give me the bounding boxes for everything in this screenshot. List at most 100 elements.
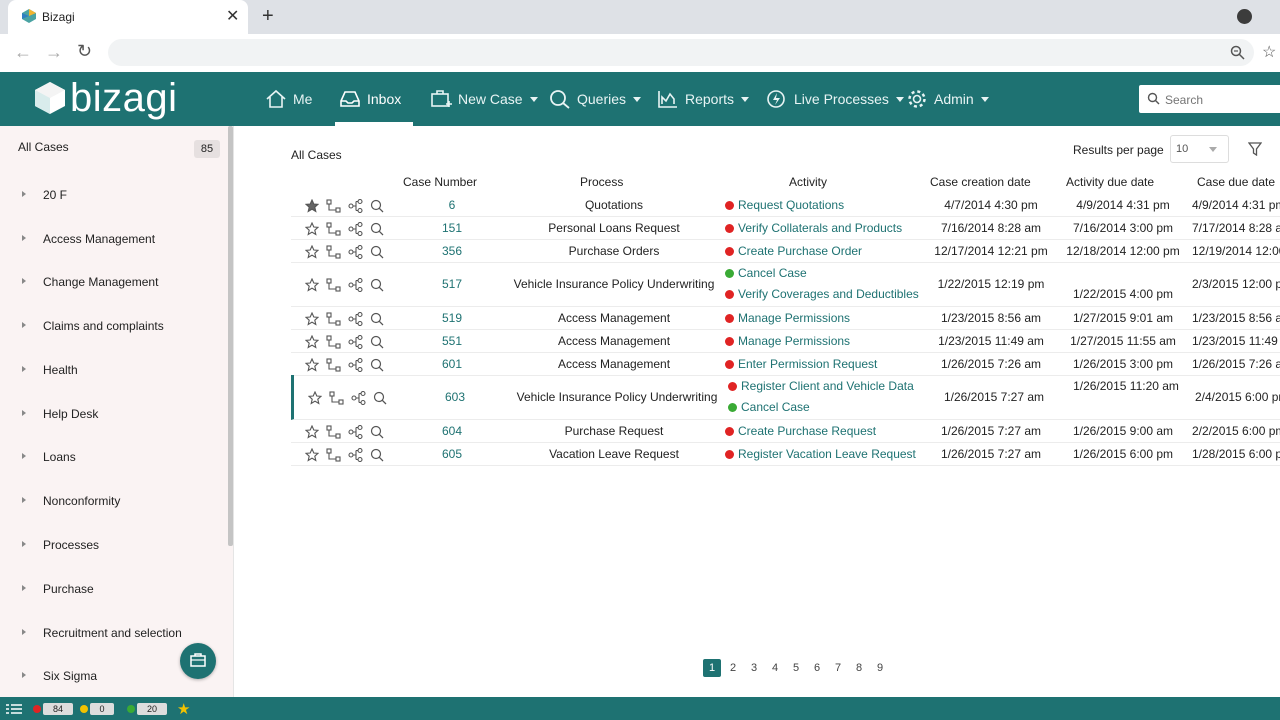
sidebar-item[interactable]: Change Management bbox=[0, 273, 226, 293]
table-row[interactable]: 6 Quotations Request Quotations 4/7/2014 4:… bbox=[291, 193, 1280, 217]
table-row[interactable]: 551 Access Management Manage Permissions 1/… bbox=[291, 329, 1280, 353]
activity-link[interactable]: Verify Collaterals and Products bbox=[725, 221, 902, 235]
process-map-icon[interactable] bbox=[348, 198, 363, 213]
table-row[interactable]: 151 Personal Loans Request Verify Collater… bbox=[291, 216, 1280, 240]
star-icon[interactable] bbox=[304, 277, 320, 292]
table-row[interactable]: 517 Vehicle Insurance Policy Underwriting… bbox=[291, 262, 1280, 307]
sidebar-item[interactable]: Claims and complaints bbox=[0, 317, 226, 337]
column-header-case-creation-date[interactable]: Case creation date bbox=[930, 175, 1031, 189]
workflow-icon[interactable] bbox=[326, 278, 341, 292]
bizagi-logo[interactable]: bizagi bbox=[34, 74, 178, 122]
case-number-link[interactable]: 517 bbox=[417, 277, 487, 291]
process-map-icon[interactable] bbox=[348, 311, 363, 326]
sidebar-item[interactable]: Purchase bbox=[0, 580, 226, 600]
activity-link[interactable]: Manage Permissions bbox=[725, 311, 850, 325]
star-icon[interactable] bbox=[304, 357, 320, 372]
sidebar-item[interactable]: Access Management bbox=[0, 230, 226, 250]
new-tab-button[interactable]: + bbox=[262, 5, 274, 28]
workflow-icon[interactable] bbox=[326, 335, 341, 349]
table-row[interactable]: 605 Vacation Leave Request Register Vacati… bbox=[291, 442, 1280, 466]
process-map-icon[interactable] bbox=[348, 221, 363, 236]
sidebar-item[interactable]: Loans bbox=[0, 448, 226, 468]
menu-live-processes[interactable]: Live Processes bbox=[766, 72, 904, 126]
activity-link[interactable]: Verify Coverages and Deductibles bbox=[725, 287, 919, 301]
activity-link[interactable]: Register Client and Vehicle Data bbox=[728, 379, 914, 393]
workflow-icon[interactable] bbox=[326, 245, 341, 259]
column-header-activity-due-date[interactable]: Activity due date bbox=[1066, 175, 1154, 189]
menu-inbox[interactable]: Inbox bbox=[339, 72, 401, 126]
menu-list-icon[interactable] bbox=[6, 703, 22, 715]
page-6-button[interactable]: 6 bbox=[808, 659, 826, 677]
star-icon[interactable] bbox=[304, 447, 320, 462]
sidebar-item[interactable]: Recruitment and selection bbox=[0, 624, 226, 644]
address-bar[interactable] bbox=[108, 39, 1254, 66]
page-3-button[interactable]: 3 bbox=[745, 659, 763, 677]
column-header-process[interactable]: Process bbox=[580, 175, 623, 189]
zoom-icon[interactable] bbox=[1230, 45, 1245, 60]
table-row[interactable]: 356 Purchase Orders Create Purchase Order 1… bbox=[291, 239, 1280, 263]
case-number-link[interactable]: 6 bbox=[417, 198, 487, 212]
star-icon[interactable] bbox=[304, 311, 320, 326]
column-header-activity[interactable]: Activity bbox=[789, 175, 827, 189]
global-search[interactable] bbox=[1139, 85, 1280, 113]
column-header-case-number[interactable]: Case Number bbox=[403, 175, 477, 189]
back-arrow-icon[interactable]: ← bbox=[14, 42, 32, 63]
browser-tab[interactable]: Bizagi ✕ bbox=[8, 0, 248, 34]
workflow-icon[interactable] bbox=[329, 391, 344, 405]
menu-me[interactable]: Me bbox=[265, 72, 312, 126]
process-map-icon[interactable] bbox=[348, 334, 363, 349]
forward-arrow-icon[interactable]: → bbox=[45, 42, 63, 63]
table-row[interactable]: 604 Purchase Request Create Purchase Reque… bbox=[291, 419, 1280, 443]
workflow-icon[interactable] bbox=[326, 222, 341, 236]
column-header-case-due-date[interactable]: Case due date bbox=[1197, 175, 1275, 189]
page-1-button[interactable]: 1 bbox=[703, 659, 721, 677]
activity-link[interactable]: Create Purchase Request bbox=[725, 424, 876, 438]
workflow-icon[interactable] bbox=[326, 199, 341, 213]
star-icon[interactable] bbox=[304, 244, 320, 259]
case-number-link[interactable]: 151 bbox=[417, 221, 487, 235]
view-case-search-icon[interactable] bbox=[373, 391, 387, 405]
menu-reports[interactable]: Reports bbox=[657, 72, 750, 126]
menu-new-case[interactable]: New Case bbox=[430, 72, 538, 126]
process-map-icon[interactable] bbox=[348, 447, 363, 462]
page-9-button[interactable]: 9 bbox=[871, 659, 889, 677]
filter-icon[interactable] bbox=[1248, 142, 1262, 156]
workflow-icon[interactable] bbox=[326, 312, 341, 326]
new-case-fab-button[interactable] bbox=[180, 643, 216, 679]
view-case-search-icon[interactable] bbox=[370, 448, 384, 462]
case-number-link[interactable]: 519 bbox=[417, 311, 487, 325]
table-row[interactable]: 603 Vehicle Insurance Policy Underwriting… bbox=[291, 375, 1280, 420]
case-number-link[interactable]: 601 bbox=[417, 357, 487, 371]
star-icon[interactable] bbox=[304, 424, 320, 439]
table-row[interactable]: 601 Access Management Enter Permission Req… bbox=[291, 352, 1280, 376]
process-map-icon[interactable] bbox=[348, 357, 363, 372]
results-per-page-select[interactable]: 10 bbox=[1170, 135, 1229, 163]
page-4-button[interactable]: 4 bbox=[766, 659, 784, 677]
reload-icon[interactable]: ↻ bbox=[77, 41, 92, 62]
star-icon[interactable] bbox=[304, 334, 320, 349]
view-case-search-icon[interactable] bbox=[370, 335, 384, 349]
view-case-search-icon[interactable] bbox=[370, 278, 384, 292]
on-time-count[interactable]: 20 bbox=[137, 703, 167, 715]
activity-link[interactable]: Cancel Case bbox=[728, 400, 810, 414]
view-case-search-icon[interactable] bbox=[370, 222, 384, 236]
activity-link[interactable]: Create Purchase Order bbox=[725, 244, 862, 258]
due-soon-count[interactable]: 0 bbox=[90, 703, 114, 715]
view-case-search-icon[interactable] bbox=[370, 425, 384, 439]
page-8-button[interactable]: 8 bbox=[850, 659, 868, 677]
bookmark-star-icon[interactable]: ☆ bbox=[1262, 42, 1276, 62]
menu-admin[interactable]: Admin bbox=[906, 72, 989, 126]
workflow-icon[interactable] bbox=[326, 448, 341, 462]
sidebar-item[interactable]: Help Desk bbox=[0, 405, 226, 425]
case-number-link[interactable]: 603 bbox=[420, 390, 490, 404]
process-map-icon[interactable] bbox=[351, 390, 366, 405]
process-map-icon[interactable] bbox=[348, 424, 363, 439]
page-5-button[interactable]: 5 bbox=[787, 659, 805, 677]
activity-link[interactable]: Request Quotations bbox=[725, 198, 844, 212]
view-case-search-icon[interactable] bbox=[370, 312, 384, 326]
sidebar-item[interactable]: 20 F bbox=[0, 186, 226, 206]
sidebar-all-cases[interactable]: All Cases bbox=[18, 140, 69, 154]
view-case-search-icon[interactable] bbox=[370, 199, 384, 213]
workflow-icon[interactable] bbox=[326, 425, 341, 439]
close-tab-icon[interactable]: ✕ bbox=[226, 6, 239, 26]
